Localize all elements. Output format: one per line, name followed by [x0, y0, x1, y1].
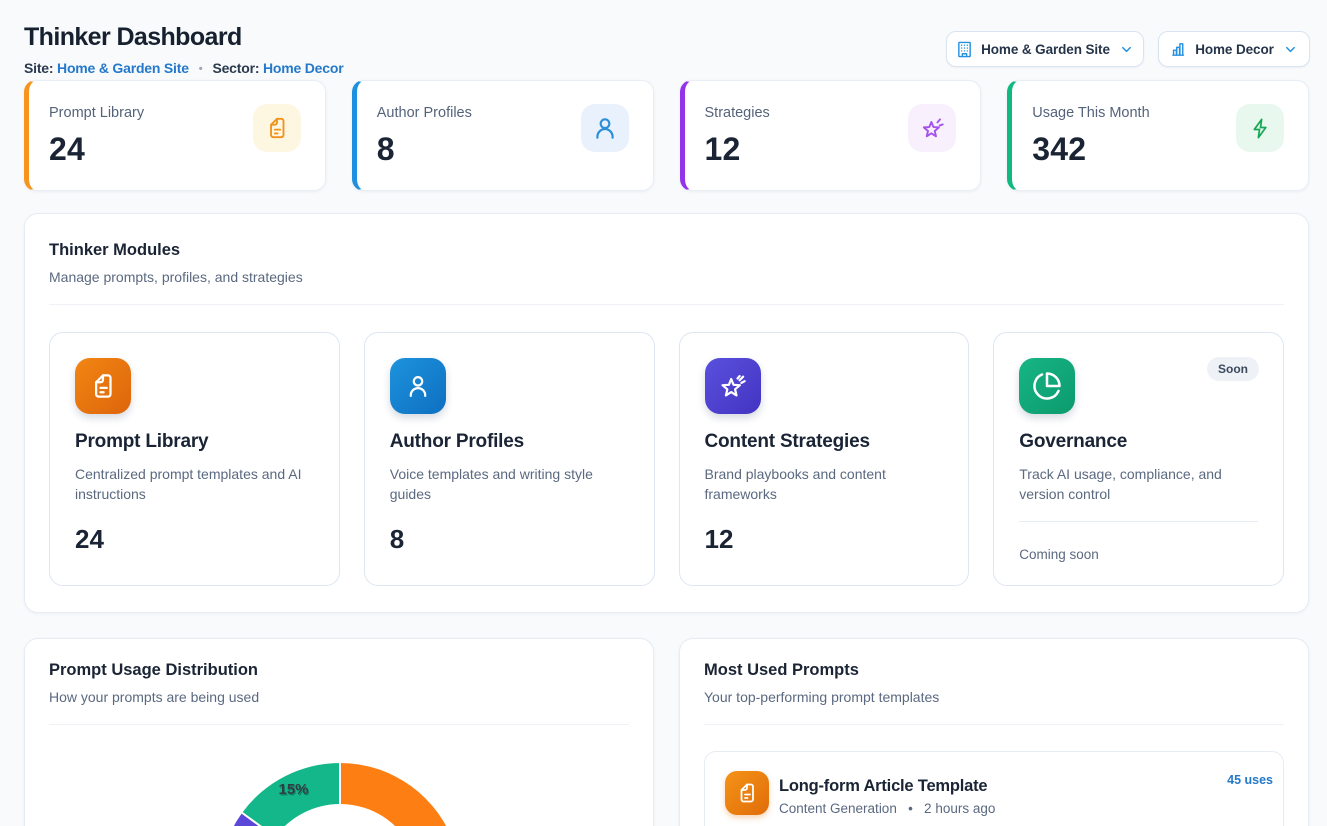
svg-text:15%: 15%	[278, 781, 308, 798]
